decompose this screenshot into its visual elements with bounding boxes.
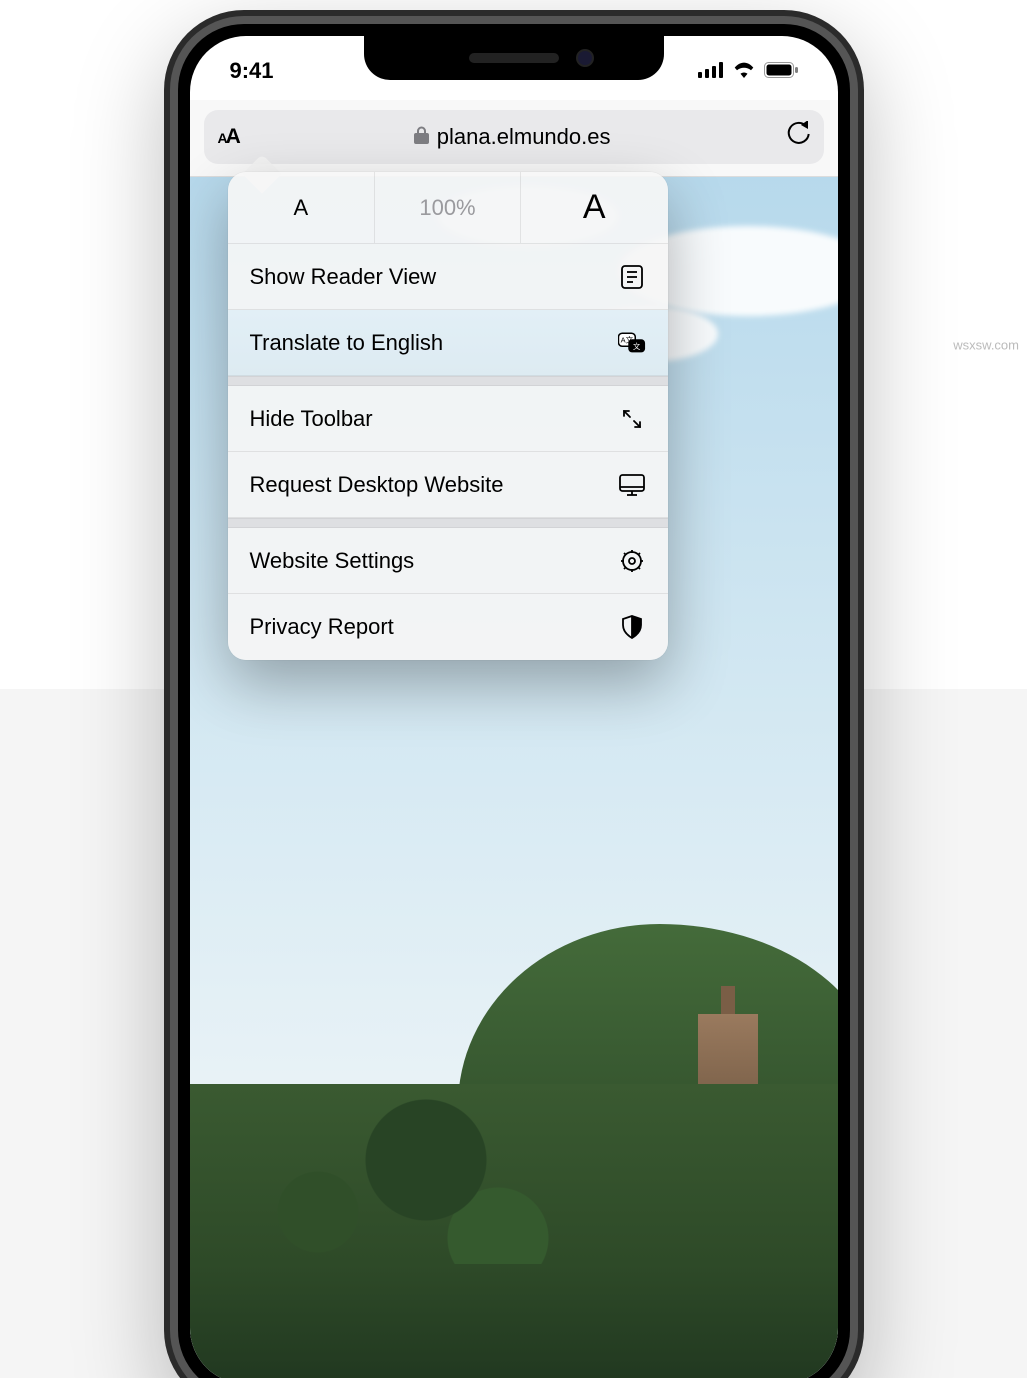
cellular-signal-icon: [698, 58, 724, 84]
menu-request-desktop-website[interactable]: Request Desktop Website: [228, 452, 668, 518]
reload-button[interactable]: [786, 121, 810, 153]
menu-item-label: Show Reader View: [250, 264, 437, 290]
menu-website-settings[interactable]: Website Settings: [228, 528, 668, 594]
menu-item-label: Request Desktop Website: [250, 472, 504, 498]
url-display[interactable]: plana.elmundo.es: [249, 124, 776, 150]
lock-icon: [414, 126, 429, 149]
desktop-monitor-icon: [618, 471, 646, 499]
reader-icon: [618, 263, 646, 291]
zoom-out-button[interactable]: A: [228, 172, 375, 243]
iphone-device-frame: 9:41 AA: [164, 10, 864, 1378]
privacy-shield-icon: [618, 613, 646, 641]
status-time: 9:41: [230, 58, 274, 83]
menu-item-label: Privacy Report: [250, 614, 394, 640]
menu-item-label: Website Settings: [250, 548, 415, 574]
watermark: wsxsw.com: [953, 337, 1019, 352]
zoom-controls: A 100% A: [228, 172, 668, 244]
url-bar[interactable]: AA plana.elmundo.es: [204, 110, 824, 164]
battery-icon: [764, 58, 798, 84]
translate-icon: A文文: [618, 329, 646, 357]
svg-text:文: 文: [632, 341, 640, 351]
menu-hide-toolbar[interactable]: Hide Toolbar: [228, 386, 668, 452]
zoom-in-button[interactable]: A: [521, 172, 668, 243]
menu-privacy-report[interactable]: Privacy Report: [228, 594, 668, 660]
text-size-button[interactable]: AA: [218, 125, 239, 149]
page-settings-popover: A 100% A Show Reader View Translate to E…: [228, 172, 668, 660]
menu-show-reader-view[interactable]: Show Reader View: [228, 244, 668, 310]
zoom-level[interactable]: 100%: [374, 172, 521, 243]
url-host: plana.elmundo.es: [437, 124, 611, 150]
menu-item-label: Hide Toolbar: [250, 406, 373, 432]
gear-icon: [618, 547, 646, 575]
iphone-notch: [364, 36, 664, 80]
wifi-icon: [732, 58, 756, 84]
phone-screen: 9:41 AA: [190, 36, 838, 1378]
browser-toolbar: AA plana.elmundo.es: [190, 100, 838, 177]
expand-arrows-icon: [618, 405, 646, 433]
menu-translate-to-english[interactable]: Translate to English A文文: [228, 310, 668, 376]
menu-item-label: Translate to English: [250, 330, 444, 356]
